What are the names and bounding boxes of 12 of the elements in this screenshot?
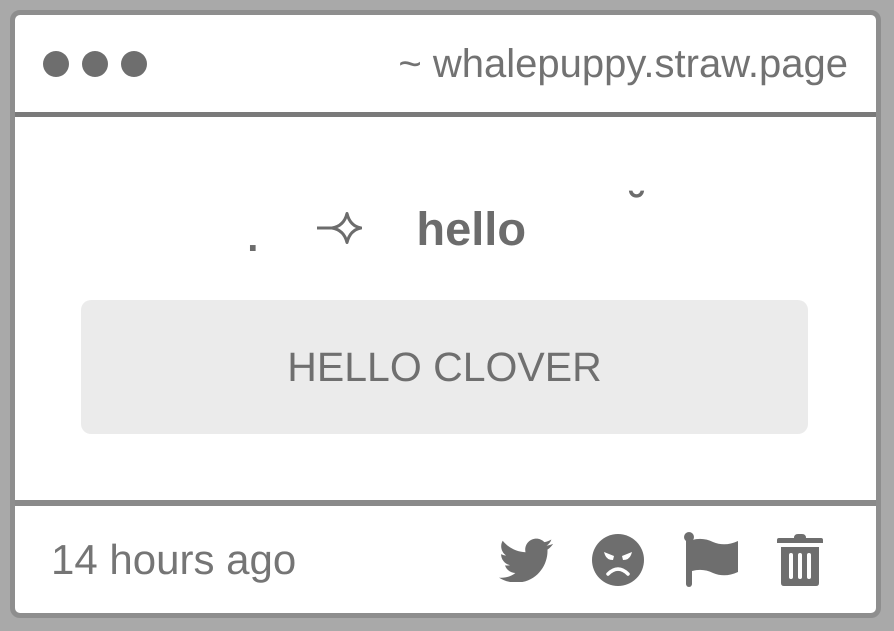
trash-icon[interactable]: [777, 534, 823, 586]
sparkle-icon: [316, 212, 362, 244]
more-icon[interactable]: [43, 50, 147, 76]
timestamp: 14 hours ago: [51, 534, 296, 584]
dot-mark: .: [247, 218, 258, 258]
message-box: HELLO CLOVER: [81, 300, 808, 434]
flag-icon[interactable]: [683, 532, 738, 587]
bird-icon[interactable]: [499, 537, 553, 582]
angry-face-icon[interactable]: [592, 534, 644, 586]
page-url: ~ whalepuppy.straw.page: [398, 40, 848, 88]
greeting-text: hello: [416, 201, 526, 257]
breve-mark: ˘: [630, 187, 645, 231]
